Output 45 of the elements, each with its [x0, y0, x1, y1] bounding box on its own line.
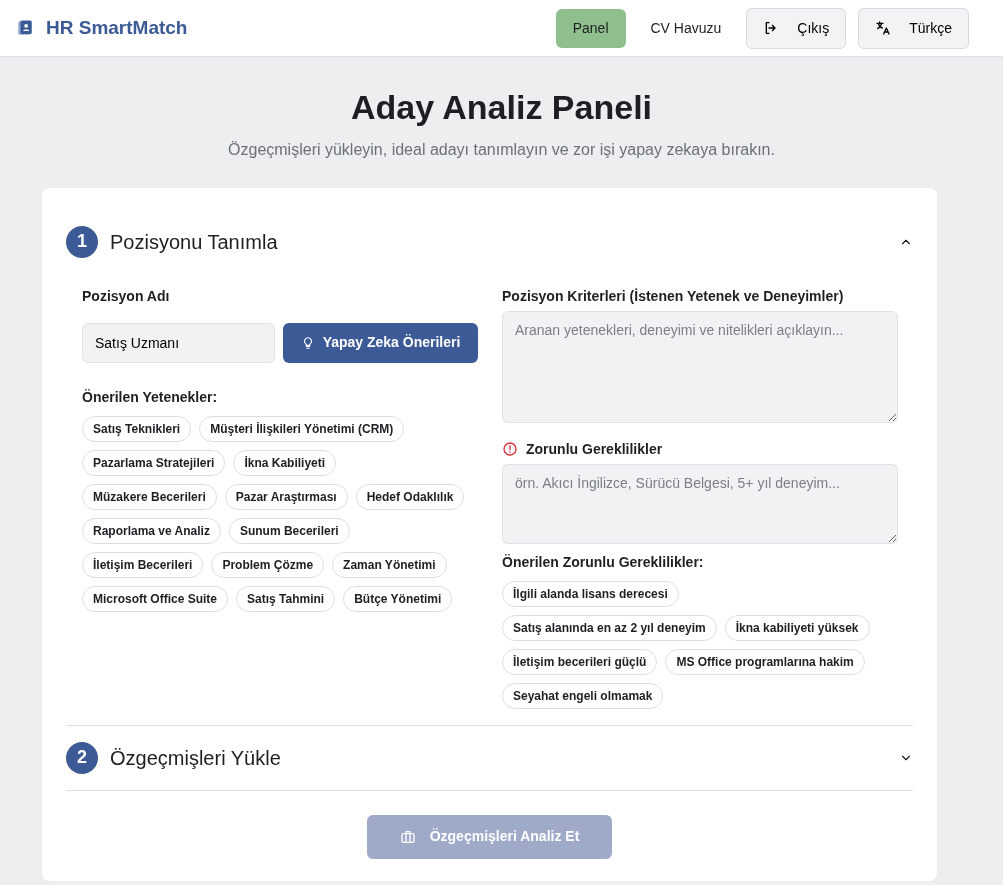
tag-chip[interactable]: Problem Çözme: [211, 551, 325, 578]
contact-book-icon: [16, 19, 34, 37]
alert-icon: [502, 441, 518, 458]
field-label: Pozisyon Kriterleri (İstenen Yetenek ve Deneyimler): [502, 286, 845, 306]
tag-chip[interactable]: Hedef Odaklılık: [355, 483, 465, 510]
tag-chip[interactable]: Müzakere Becerileri: [82, 483, 217, 510]
section-header[interactable]: 2 Özgeçmişleri Yükle: [66, 725, 913, 790]
nav-link[interactable]: Panel: [555, 8, 626, 48]
tag-chip[interactable]: İlgili alanda lisans derecesi: [502, 580, 679, 607]
step-number: 2: [66, 741, 98, 774]
position-name-field[interactable]: Satış Uzmanı: [82, 322, 275, 363]
requirements-field[interactable]: örn. Akıcı İngilizce, Sürücü Belgesi, 5+ yıl deneyim...: [502, 463, 898, 544]
tag-chip[interactable]: Satış Teknikleri: [82, 415, 192, 442]
tag-chip[interactable]: İletişim becerileri güçlü: [502, 648, 658, 675]
section-header[interactable]: 1 Pozisyonu Tanımla: [66, 209, 913, 274]
tag-chip[interactable]: Pazar Araştırması: [224, 483, 348, 510]
tag-chip[interactable]: İletişim Becerileri: [82, 551, 204, 578]
tag-chip[interactable]: Pazarlama Stratejileri: [82, 449, 226, 476]
language-button[interactable]: Türkçe: [858, 7, 969, 49]
tag-chip[interactable]: Satış alanında en az 2 yıl deneyim: [502, 614, 717, 641]
step-number: 1: [66, 225, 98, 258]
page-subtitle: Özgeçmişleri yükleyin, ideal adayı tanımlayın ve zor işi yapay zekaya bırakın.: [227, 139, 776, 160]
field-label: Zorunlu Gereklilikler: [526, 439, 663, 459]
field-label: Pozisyon Adı: [82, 286, 171, 306]
section-label: Önerilen Zorunlu Gereklilikler:: [502, 552, 705, 572]
tag-chip[interactable]: İkna Kabiliyeti: [233, 449, 337, 476]
tag-chip[interactable]: Microsoft Office Suite: [82, 585, 228, 612]
nav-link[interactable]: CV Havuzu: [633, 8, 739, 48]
tag-chip[interactable]: Sunum Becerileri: [228, 517, 350, 544]
tag-chip[interactable]: Seyahat engeli olmamak: [502, 682, 664, 709]
section-label: Önerilen Yetenekler:: [82, 387, 219, 407]
page-title: Aday Analiz Paneli: [349, 87, 654, 128]
criteria-field[interactable]: Aranan yetenekleri, deneyimi ve nitelikleri açıklayın...: [502, 310, 898, 423]
briefcase-icon: [399, 828, 416, 845]
tag-chip[interactable]: Müşteri İlişkileri Yönetimi (CRM): [199, 415, 405, 442]
ai-suggestions-button[interactable]: Yapay Zeka Önerileri: [283, 322, 478, 363]
tag-chip[interactable]: Raporlama ve Analiz: [82, 517, 221, 544]
brand-name[interactable]: HR SmartMatch: [46, 13, 188, 43]
tag-chip[interactable]: MS Office programlarına hakim: [665, 648, 865, 675]
tag-chip[interactable]: Zaman Yönetimi: [332, 551, 447, 578]
tag-chip[interactable]: Bütçe Yönetimi: [343, 585, 453, 612]
tag-chip[interactable]: Satış Tahmini: [236, 585, 336, 612]
tag-chip[interactable]: İkna kabiliyeti yüksek: [724, 614, 870, 641]
translate-icon: [875, 20, 892, 36]
logout-button[interactable]: Çıkış: [746, 7, 847, 49]
